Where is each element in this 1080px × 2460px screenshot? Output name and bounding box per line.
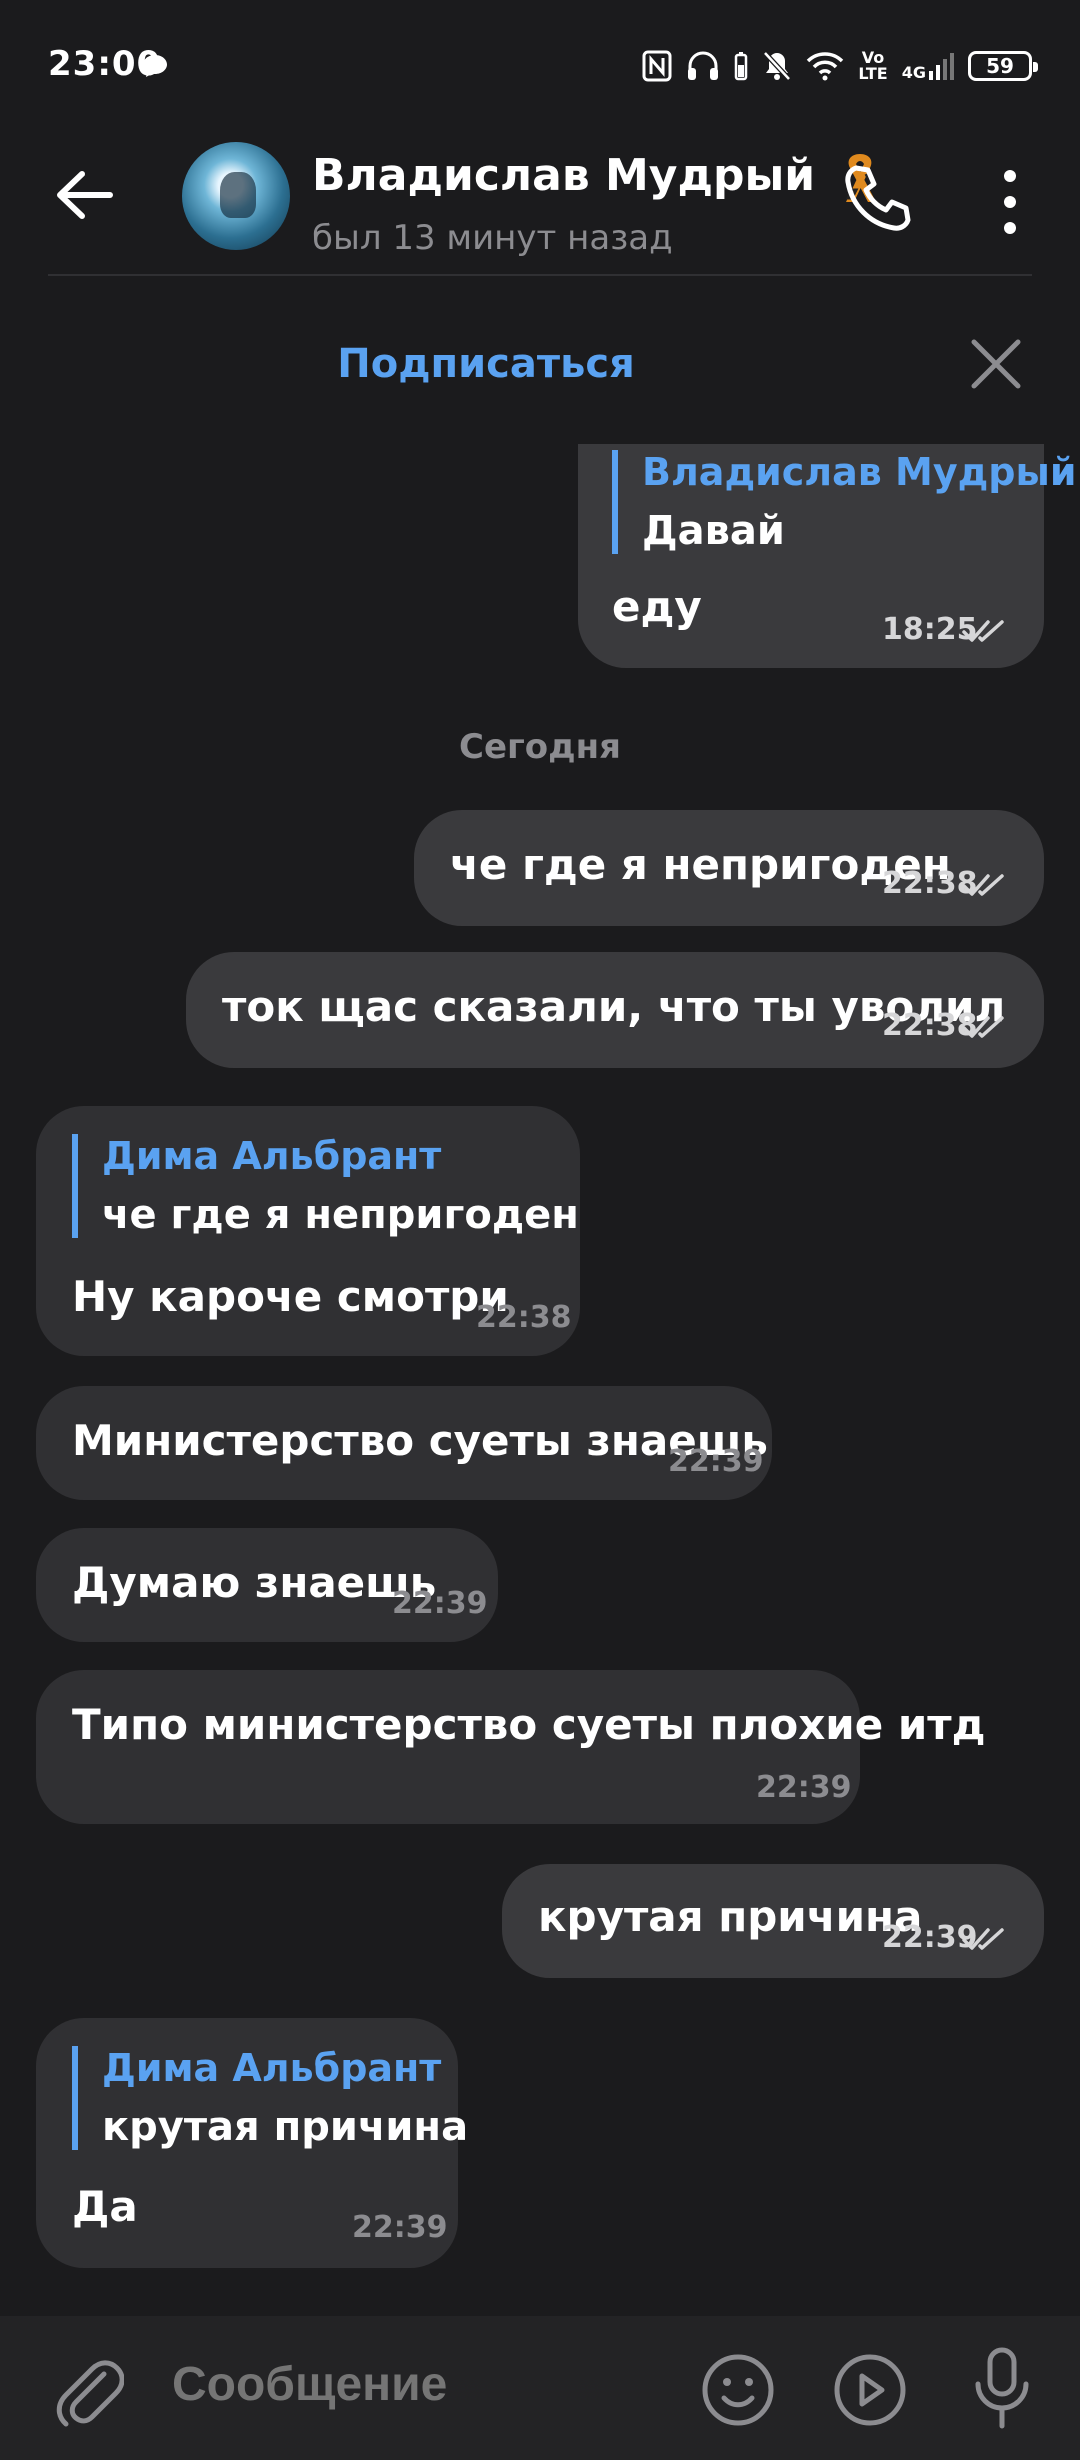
reply-text: Давай: [642, 508, 785, 554]
chat-header: Владислав Мудрый был 13 минут назад: [0, 130, 1080, 275]
status-icons: Vo LTE 4G 59: [642, 44, 1038, 88]
signal-icon: [929, 53, 954, 80]
message-time: 22:39: [352, 2210, 448, 2245]
message-bubble-incoming[interactable]: Типо министерство суеты плохие итд 22:39: [36, 1670, 986, 1824]
message-bubble-outgoing[interactable]: крутая причина 22:39: [502, 1864, 1044, 1978]
message-time: 22:39: [392, 1586, 488, 1621]
reply-quote[interactable]: Дима Альбрант че где я непригоден: [72, 1134, 579, 1238]
message-bubble-incoming[interactable]: Дима Альбрант че где я непригоден Ну кар…: [36, 1106, 580, 1356]
reply-author: Владислав Мудрый: [642, 450, 1077, 494]
signal-4g-icon: 4G: [902, 51, 954, 81]
message-bubble-incoming[interactable]: Дима Альбрант крутая причина Да 22:39: [36, 2018, 468, 2268]
subscribe-button[interactable]: Подписаться: [0, 341, 972, 387]
date-separator: Сегодня: [459, 727, 621, 767]
video-message-icon[interactable]: [830, 2350, 910, 2430]
double-check-icon: [962, 1016, 1004, 1038]
message-text: крутая причина: [538, 1892, 923, 1941]
reply-quote[interactable]: Дима Альбрант крутая причина: [72, 2046, 468, 2150]
message-bubble-outgoing[interactable]: че где я непригоден 22:38: [414, 810, 1044, 926]
phone-icon[interactable]: [838, 158, 918, 238]
contact-name: Владислав Мудрый: [312, 150, 816, 201]
message-text: Да: [72, 2182, 138, 2231]
avatar[interactable]: [182, 142, 290, 250]
contact-status: был 13 минут назад: [312, 218, 673, 258]
nfc-icon: [642, 50, 672, 82]
reply-quote[interactable]: Владислав Мудрый Давай: [612, 450, 1077, 554]
reply-text: че где я непригоден: [102, 1192, 579, 1238]
battery-icon: 59: [968, 51, 1038, 81]
message-bubble-incoming[interactable]: Министерство суеты знаешь 22:39: [36, 1386, 772, 1500]
message-bubble-incoming[interactable]: Думаю знаешь 22:39: [36, 1528, 498, 1642]
contact-name-row[interactable]: Владислав Мудрый: [312, 150, 880, 206]
reply-author: Дима Альбрант: [102, 1134, 442, 1178]
message-text: Думаю знаешь: [72, 1558, 437, 1607]
headset-icon: [688, 51, 719, 80]
message-composer: [0, 2316, 1080, 2460]
back-arrow-icon[interactable]: [50, 160, 120, 230]
status-bar: 23:00 Vo LTE 4G 59: [0, 0, 1080, 130]
subscribe-bar: Подписаться: [0, 276, 1080, 446]
message-time: 22:39: [668, 1444, 764, 1479]
message-text: Ну кароче смотри: [72, 1272, 509, 1321]
close-icon[interactable]: [968, 336, 1024, 392]
wifi-icon: [807, 52, 844, 81]
message-text: че где я непригоден: [450, 840, 951, 889]
paperclip-icon[interactable]: [52, 2350, 124, 2430]
double-check-icon: [962, 620, 1004, 642]
reply-text: крутая причина: [102, 2104, 469, 2150]
microphone-icon[interactable]: [962, 2346, 1042, 2430]
more-vert-icon[interactable]: [980, 162, 1040, 242]
message-text: Типо министерство суеты плохие итд: [72, 1700, 986, 1749]
message-time: 22:38: [476, 1300, 572, 1335]
reply-author: Дима Альбрант: [102, 2046, 442, 2090]
double-check-icon: [962, 874, 1004, 896]
double-check-icon: [962, 1928, 1004, 1950]
message-text: еду: [612, 582, 702, 631]
mute-bell-icon: [763, 51, 792, 81]
message-text: Министерство суеты знаешь: [72, 1416, 768, 1465]
chat-bubble-icon: [143, 55, 167, 77]
message-time: 22:39: [756, 1770, 852, 1805]
message-bubble-outgoing[interactable]: Владислав Мудрый Давай еду 18:25: [578, 444, 1077, 668]
battery-small-icon: [735, 52, 748, 81]
message-bubble-outgoing[interactable]: ток щас сказали, что ты уволил 22:38: [186, 952, 1044, 1068]
emoji-icon[interactable]: [698, 2350, 778, 2430]
volte-label: Vo LTE: [858, 48, 888, 83]
